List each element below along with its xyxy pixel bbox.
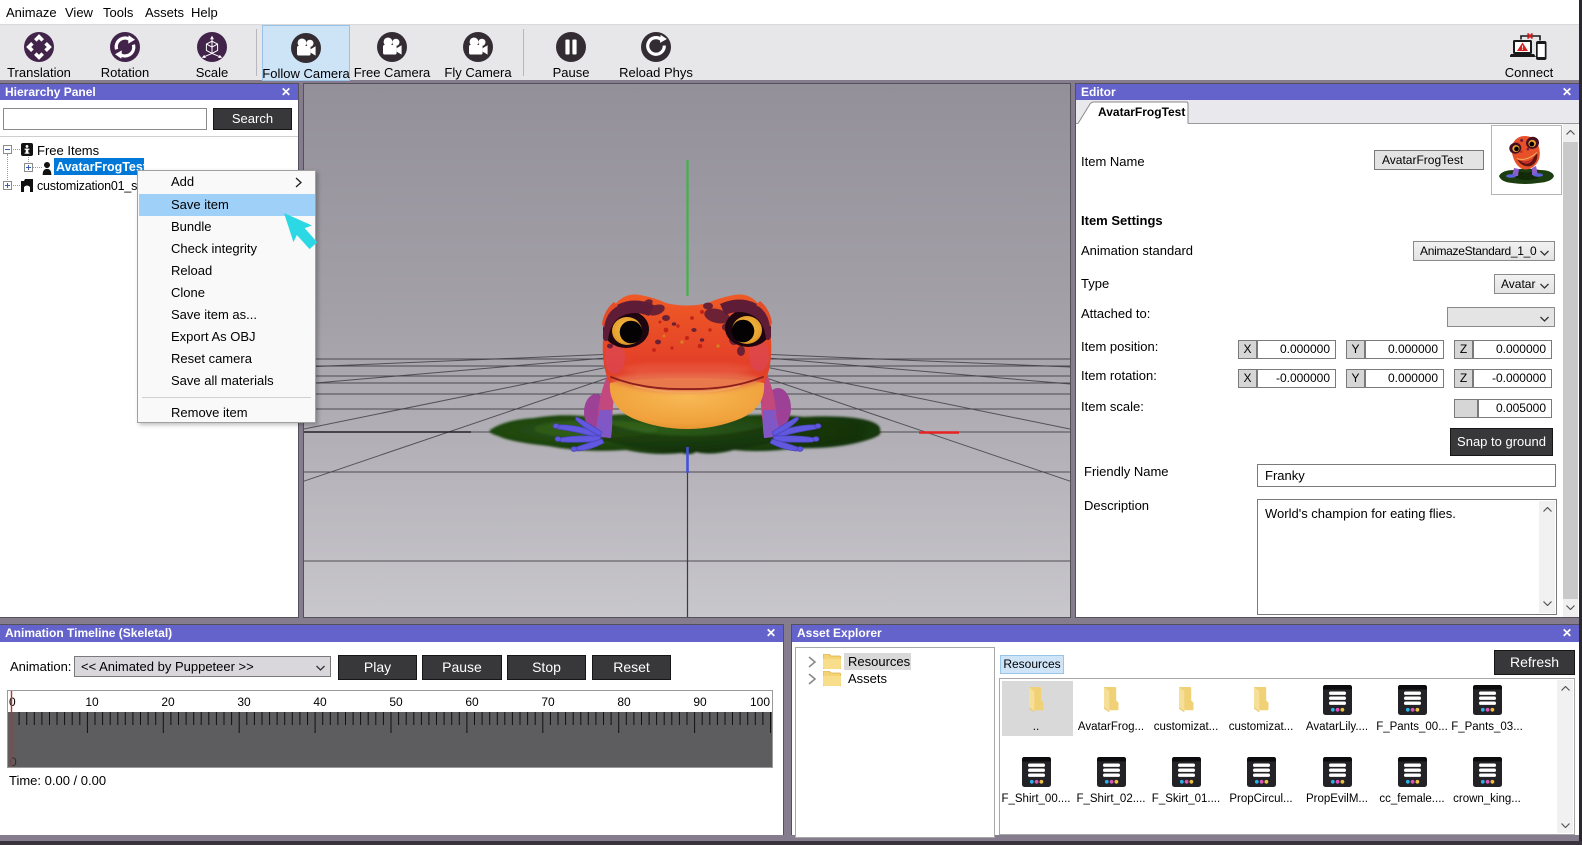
svg-text:50: 50 xyxy=(389,695,403,709)
svg-text:60: 60 xyxy=(465,695,479,709)
svg-text:70: 70 xyxy=(541,695,555,709)
svg-text:20: 20 xyxy=(161,695,175,709)
svg-text:40: 40 xyxy=(313,695,327,709)
svg-text:90: 90 xyxy=(693,695,707,709)
svg-text:!: ! xyxy=(1521,45,1523,52)
svg-text:30: 30 xyxy=(237,695,251,709)
svg-text:10: 10 xyxy=(85,695,99,709)
svg-text:0: 0 xyxy=(9,695,16,709)
svg-text:80: 80 xyxy=(617,695,631,709)
svg-text:100: 100 xyxy=(750,695,770,709)
